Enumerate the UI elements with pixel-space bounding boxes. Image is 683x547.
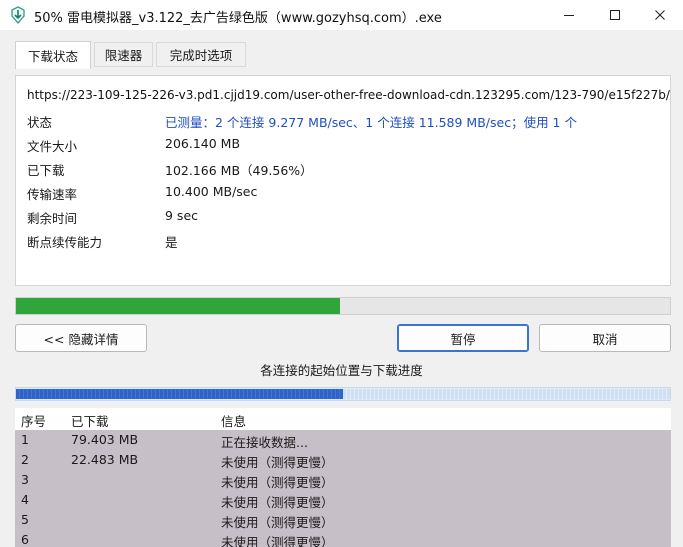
maximize-button[interactable] (592, 0, 638, 30)
row-downloaded: 22.483 MB (71, 452, 139, 467)
cancel-button[interactable]: 取消 (539, 324, 671, 352)
row-info: 未使用（测得更慢） (221, 535, 334, 547)
maximize-icon (610, 10, 620, 20)
row-info: 未使用（测得更慢） (221, 455, 334, 470)
column-header-number[interactable]: 序号 (21, 411, 46, 430)
tab-download-status[interactable]: 下载状态 (15, 41, 91, 69)
resume-capability-value: 是 (165, 235, 178, 250)
info-label: 剩余时间 (27, 211, 78, 226)
row-number: 4 (21, 492, 29, 507)
table-row[interactable]: 2 22.483 MB 未使用（测得更慢） (15, 450, 671, 470)
info-label: 状态 (27, 115, 53, 130)
connections-title: 各连接的起始位置与下载进度 (260, 363, 423, 378)
connection-segments-bar (15, 387, 671, 401)
table-row[interactable]: 3 未使用（测得更慢） (15, 470, 671, 490)
row-number: 3 (21, 472, 29, 487)
info-label: 传输速率 (27, 187, 78, 202)
download-info-panel: https://223-109-125-226-v3.pd1.cjjd19.co… (15, 75, 671, 286)
hide-details-button[interactable]: << 隐藏详情 (15, 324, 147, 352)
info-label: 文件大小 (27, 139, 78, 154)
download-url: https://223-109-125-226-v3.pd1.cjjd19.co… (27, 88, 671, 102)
row-number: 2 (21, 452, 29, 467)
download-window: 50% 雷电模拟器_v3.122_去广告绿色版（www.gozyhsq.com）… (0, 0, 683, 547)
download-progress-fill (16, 298, 340, 314)
window-title: 50% 雷电模拟器_v3.122_去广告绿色版（www.gozyhsq.com）… (34, 11, 442, 26)
row-number: 6 (21, 532, 29, 547)
pause-button[interactable]: 暂停 (397, 324, 529, 352)
row-number: 1 (21, 432, 29, 447)
row-downloaded: 79.403 MB (71, 432, 139, 447)
table-row[interactable]: 1 79.403 MB 正在接收数据... (15, 430, 671, 450)
info-label: 已下载 (27, 163, 65, 178)
minimize-button[interactable] (546, 0, 592, 30)
tab-speed-limiter[interactable]: 限速器 (94, 42, 153, 67)
table-row[interactable]: 6 未使用（测得更慢） (15, 530, 671, 547)
column-header-info[interactable]: 信息 (221, 411, 246, 430)
segment-downloaded (16, 389, 343, 399)
table-row[interactable]: 5 未使用（测得更慢） (15, 510, 671, 530)
file-size-value: 206.140 MB (165, 136, 241, 151)
row-info: 未使用（测得更慢） (221, 515, 334, 530)
downloaded-value: 102.166 MB（49.56%） (165, 163, 313, 178)
status-value: 已测量：2 个连接 9.277 MB/sec、1 个连接 11.589 MB/s… (165, 115, 577, 130)
title-bar: 50% 雷电模拟器_v3.122_去广告绿色版（www.gozyhsq.com）… (0, 0, 683, 30)
close-button[interactable] (637, 0, 683, 30)
tab-on-complete[interactable]: 完成时选项 (156, 42, 246, 67)
transfer-rate-value: 10.400 MB/sec (165, 184, 258, 199)
time-left-value: 9 sec (165, 208, 199, 223)
download-arrow-icon (11, 6, 25, 24)
download-progress-bar (15, 297, 671, 315)
row-info: 未使用（测得更慢） (221, 495, 334, 510)
row-number: 5 (21, 512, 29, 527)
info-label: 断点续传能力 (27, 235, 103, 250)
row-info: 未使用（测得更慢） (221, 475, 334, 490)
close-icon (655, 10, 665, 20)
connections-table: 序号 已下载 信息 1 79.403 MB 正在接收数据... 2 22.483… (15, 408, 671, 547)
minimize-icon (564, 15, 574, 16)
table-row[interactable]: 4 未使用（测得更慢） (15, 490, 671, 510)
row-info: 正在接收数据... (221, 435, 308, 450)
segment-remaining (343, 389, 670, 399)
column-header-downloaded[interactable]: 已下载 (71, 411, 109, 430)
